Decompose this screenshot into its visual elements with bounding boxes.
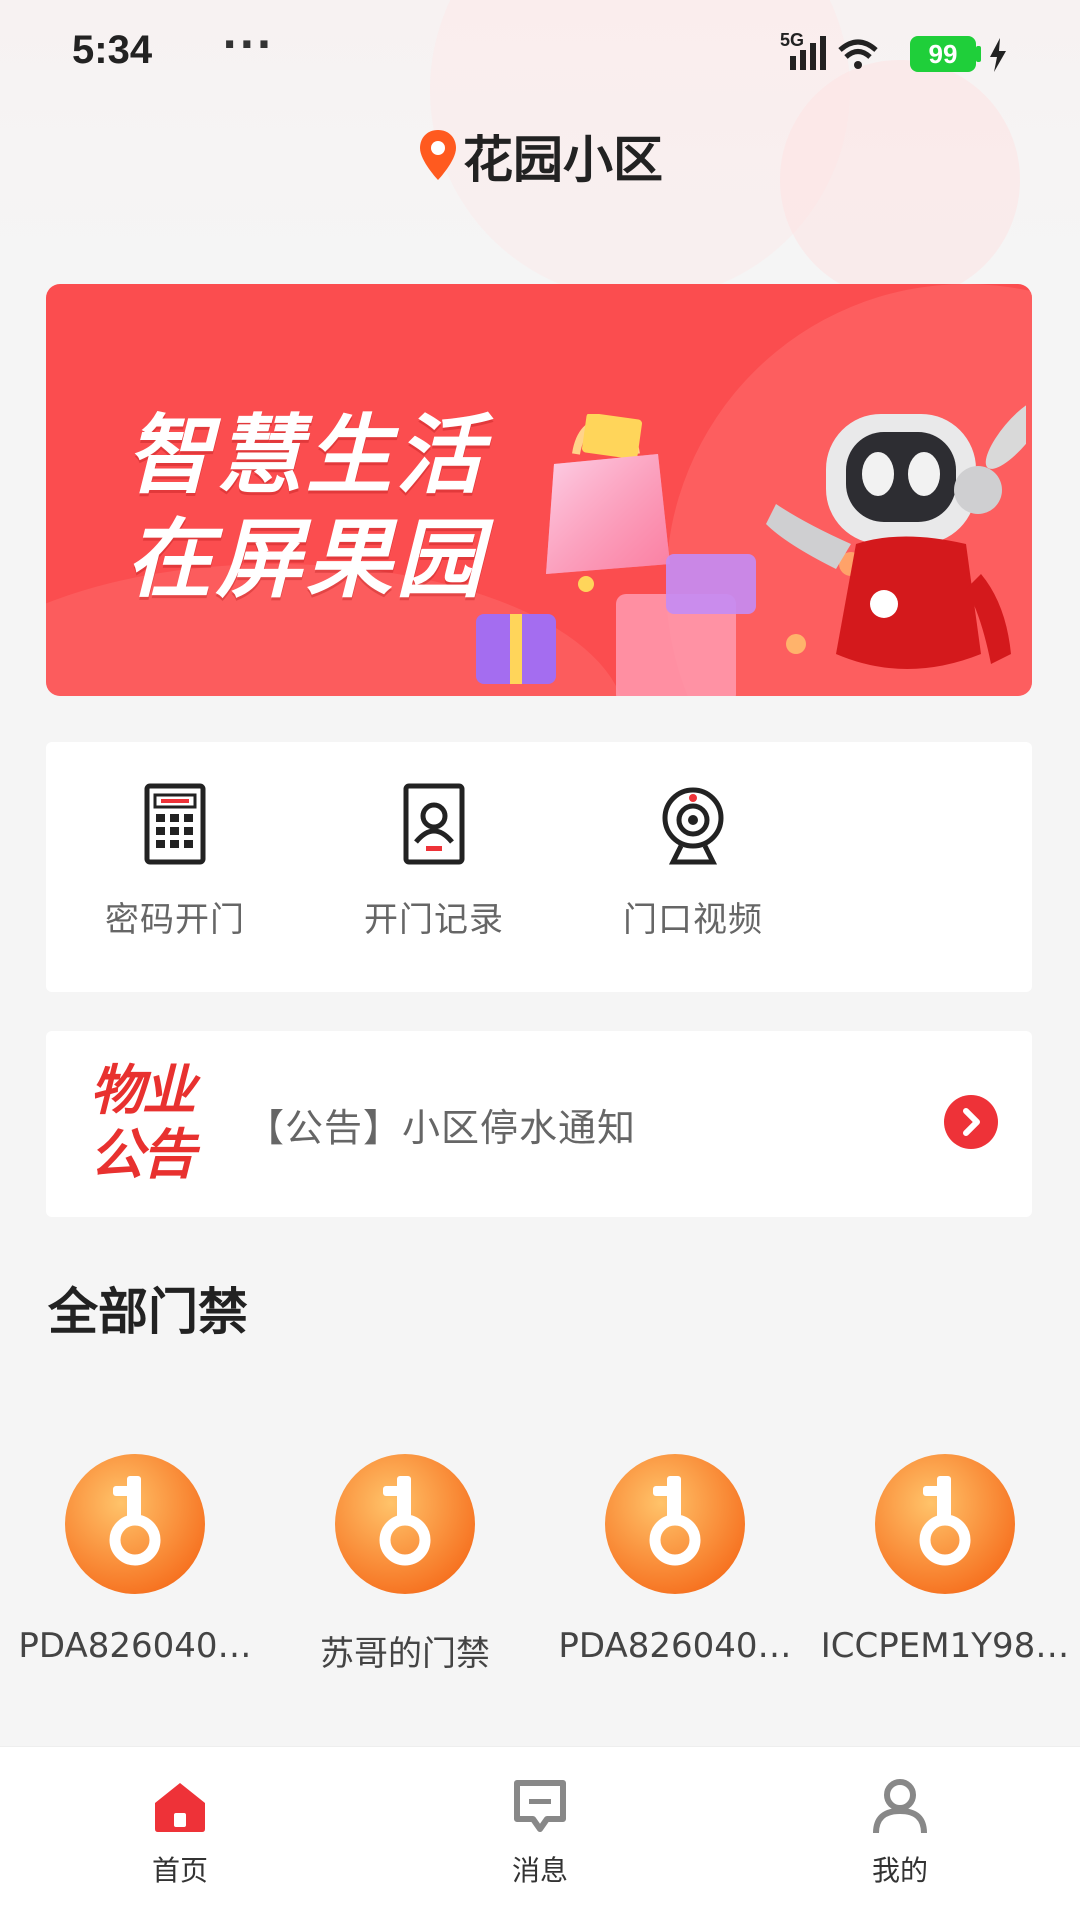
calculator-icon bbox=[144, 783, 206, 865]
action-label: 密码开门 bbox=[105, 900, 245, 940]
notice-arrow-button[interactable] bbox=[944, 1095, 998, 1149]
tab-mine[interactable]: 我的 bbox=[800, 1777, 1000, 1889]
notice-badge-line-2: 公告 bbox=[90, 1123, 196, 1186]
door-video-button[interactable]: 门口视频 bbox=[593, 782, 793, 941]
status-icons: 5G 99 bbox=[780, 30, 1010, 76]
status-bar: 5:34 ··· 5G 99 bbox=[0, 0, 1080, 110]
network-label: 5G bbox=[780, 30, 804, 50]
chevron-right-icon bbox=[963, 1108, 980, 1136]
door-label: 苏哥的门禁 bbox=[320, 1634, 490, 1674]
door-item[interactable]: PDA826040… bbox=[545, 1452, 805, 1666]
charging-icon bbox=[990, 38, 1006, 72]
community-name: 花园小区 bbox=[463, 131, 663, 189]
more-dots: ··· bbox=[222, 22, 274, 68]
key-icon bbox=[65, 1454, 205, 1594]
message-icon bbox=[514, 1780, 566, 1832]
tab-home[interactable]: 首页 bbox=[80, 1777, 280, 1889]
password-unlock-button[interactable]: 密码开门 bbox=[75, 782, 275, 941]
battery-tip bbox=[976, 46, 981, 62]
action-label: 开门记录 bbox=[364, 900, 504, 940]
home-screen: 5:34 ··· 5G 99 花园小区 智慧生活 在屏果园 密码开门 开门记录 … bbox=[0, 0, 1080, 1920]
door-label: PDA826040… bbox=[18, 1626, 252, 1666]
door-item[interactable]: ICCPEM1Y98… bbox=[815, 1452, 1075, 1666]
notice-text: 【公告】小区停水通知 bbox=[246, 1106, 637, 1150]
notice-badge: 物业 公告 bbox=[90, 1059, 230, 1187]
unlock-records-button[interactable]: 开门记录 bbox=[334, 782, 534, 941]
banner-line-2: 在屏果园 bbox=[126, 510, 486, 610]
home-icon bbox=[155, 1783, 205, 1832]
door-label: PDA826040… bbox=[558, 1626, 792, 1666]
key-icon bbox=[605, 1454, 745, 1594]
key-icon bbox=[875, 1454, 1015, 1594]
community-selector[interactable]: 花园小区 bbox=[417, 120, 663, 192]
promo-banner[interactable]: 智慧生活 在屏果园 bbox=[46, 284, 1032, 696]
robot-mascot-illustration bbox=[766, 399, 1026, 669]
banner-slogan: 智慧生活 在屏果园 bbox=[126, 404, 486, 612]
notice-badge-line-1: 物业 bbox=[90, 1059, 196, 1122]
tab-label: 首页 bbox=[151, 1854, 208, 1887]
key-icon bbox=[335, 1454, 475, 1594]
door-item[interactable]: PDA826040… bbox=[5, 1452, 265, 1666]
quick-actions-card: 密码开门 开门记录 门口视频 bbox=[46, 742, 1032, 992]
door-item[interactable]: 苏哥的门禁 bbox=[275, 1452, 535, 1675]
door-label: ICCPEM1Y98… bbox=[820, 1626, 1070, 1666]
signal-icon: 5G bbox=[780, 30, 878, 70]
id-record-icon bbox=[403, 783, 465, 865]
page-header: 花园小区 bbox=[0, 120, 1080, 190]
property-notice-bar[interactable]: 物业 公告 【公告】小区停水通知 bbox=[46, 1031, 1032, 1217]
section-title: 全部门禁 bbox=[48, 1283, 248, 1341]
camera-icon bbox=[662, 787, 724, 865]
action-label: 门口视频 bbox=[623, 900, 763, 940]
location-pin-icon bbox=[420, 130, 456, 180]
tab-messages[interactable]: 消息 bbox=[440, 1777, 640, 1889]
status-time: 5:34 bbox=[72, 28, 153, 72]
bottom-tab-bar: 首页 消息 我的 bbox=[0, 1746, 1080, 1920]
battery-indicator: 99 bbox=[910, 36, 976, 72]
banner-line-1: 智慧生活 bbox=[126, 406, 486, 506]
user-icon bbox=[873, 1779, 927, 1834]
tab-label: 消息 bbox=[511, 1854, 568, 1887]
wifi-icon bbox=[838, 39, 878, 52]
tab-label: 我的 bbox=[871, 1854, 928, 1887]
